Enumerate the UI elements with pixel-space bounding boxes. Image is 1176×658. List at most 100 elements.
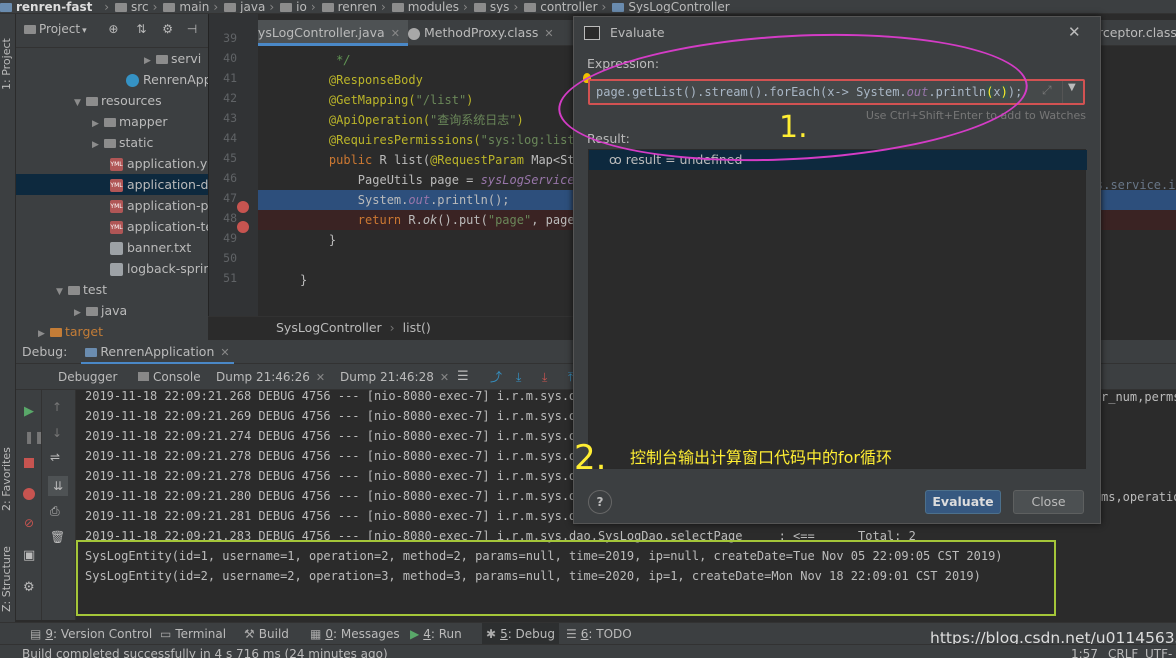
breadcrumb-item[interactable]: modules — [408, 0, 459, 13]
tool-tab-run[interactable]: ▶ 4: Run — [410, 623, 462, 645]
folder-icon — [104, 139, 116, 148]
tree-item-label: banner.txt — [127, 240, 192, 255]
debug-config-label: RenrenApplication — [100, 344, 215, 359]
layout-icon[interactable]: ☰ — [457, 364, 469, 390]
breadcrumb-item[interactable]: renren — [338, 0, 377, 13]
close-icon[interactable]: ✕ — [316, 371, 325, 384]
tree-item[interactable]: YML application-te — [16, 216, 208, 237]
breakpoint-icon[interactable] — [237, 201, 249, 213]
tab-dump-2[interactable]: Dump 21:46:28 ✕ — [340, 364, 449, 391]
tool-tab-versioncontrol[interactable]: ▤ 9: Version Control — [30, 623, 152, 645]
breadcrumb-project[interactable]: renren-fast — [16, 0, 92, 13]
collapse-icon[interactable]: ⇅ — [136, 22, 146, 36]
status-message[interactable]: Build completed successfully in 4 s 716 … — [22, 645, 388, 658]
close-button[interactable]: Close — [1013, 490, 1084, 514]
tree-item[interactable]: YML application-pr — [16, 195, 208, 216]
close-icon[interactable]: ✕ — [220, 346, 229, 359]
tree-item[interactable]: ▶ java — [16, 300, 127, 321]
chevron-down-icon[interactable]: ▾ — [82, 26, 87, 36]
breadcrumb-item[interactable]: SysLogController — [628, 0, 729, 13]
help-button[interactable]: ? — [588, 490, 612, 514]
scroll-to-end-icon[interactable]: ⇊ — [48, 476, 68, 496]
tool-tab-debug[interactable]: ✱ 5: Debug — [482, 623, 560, 645]
folder-icon — [473, 3, 486, 12]
project-view-dropdown[interactable]: Project — [39, 22, 80, 36]
footer-method[interactable]: list() — [403, 320, 431, 335]
up-arrow-icon[interactable]: ↑ — [52, 400, 62, 414]
debug-icon: ✱ — [486, 627, 497, 641]
tool-tab-terminal[interactable]: ▭ Terminal — [160, 623, 226, 645]
breadcrumb-item[interactable]: src — [131, 0, 149, 13]
tree-item[interactable]: ▶ mapper — [16, 111, 168, 132]
code-token: sysLogService — [480, 173, 575, 187]
yaml-file-icon: YML — [110, 158, 123, 171]
expand-arrow-icon[interactable]: ▶ — [38, 324, 50, 340]
close-icon[interactable]: ✕ — [391, 27, 400, 40]
close-icon[interactable]: ✕ — [544, 27, 553, 40]
tree-item[interactable]: banner.txt — [16, 237, 191, 258]
down-arrow-icon[interactable]: ↓ — [52, 426, 62, 440]
tool-tab-favorites[interactable]: 2: Favorites — [0, 434, 16, 524]
gear-icon[interactable]: ⚙ — [162, 22, 173, 36]
resume-icon[interactable]: ▶ — [24, 404, 34, 419]
tree-item[interactable]: ▶ target — [16, 321, 103, 340]
tree-item[interactable]: ▼ resources — [16, 90, 162, 111]
tab-debugger[interactable]: Debugger — [58, 364, 117, 390]
tool-tab-label: : Messages — [332, 627, 400, 641]
breadcrumb-item[interactable]: java — [240, 0, 265, 13]
breakpoint-icon[interactable] — [237, 221, 249, 233]
tool-tab-messages[interactable]: ▦ 0: Messages — [310, 623, 400, 645]
editor-gutter[interactable]: 39 40 41 42 43 44 45 46 47 48 49 50 51 — [208, 14, 268, 316]
clear-icon[interactable]: 🗑 — [50, 530, 65, 544]
print-icon[interactable]: ⎙ — [50, 504, 60, 519]
tab-interceptor[interactable]: rceptor.class — [1094, 20, 1176, 46]
view-breakpoints-icon[interactable] — [23, 488, 35, 500]
tab-dump-1[interactable]: Dump 21:46:26 ✕ — [216, 364, 325, 391]
evaluate-button[interactable]: Evaluate — [925, 490, 1001, 514]
breadcrumb-item[interactable]: controller — [540, 0, 597, 13]
soft-wrap-icon[interactable]: ⇌ — [50, 450, 60, 464]
tree-item[interactable]: YML application.ym — [16, 153, 208, 174]
hide-icon[interactable]: ⊣ — [187, 22, 197, 36]
tree-item[interactable]: logback-sprin — [16, 258, 208, 279]
breadcrumb-item[interactable]: sys — [490, 0, 510, 13]
code-token: public — [300, 153, 380, 167]
caret-position[interactable]: 1:57 — [1071, 645, 1098, 658]
debug-config-tab[interactable]: RenrenApplication ✕ — [81, 341, 234, 364]
tree-item[interactable]: ▶ static — [16, 132, 153, 153]
history-dropdown-icon[interactable]: ▼ — [1068, 82, 1076, 93]
breadcrumb-item[interactable]: main — [179, 0, 209, 13]
settings-icon[interactable]: ⚙ — [23, 580, 35, 595]
result-tree[interactable]: ꝏ result = undefined — [588, 149, 1087, 469]
line-separator[interactable]: CRLF — [1108, 645, 1138, 658]
target-icon[interactable]: ⊕ — [108, 22, 118, 36]
terminal-icon: ▭ — [160, 627, 172, 641]
expand-icon[interactable]: ⤢ — [1042, 83, 1052, 98]
tab-methodproxy[interactable]: MethodProxy.class ✕ — [400, 20, 562, 46]
tool-tab-todo[interactable]: ☰ 6: TODO — [566, 623, 632, 645]
code-token: "sys:log:list" — [480, 133, 582, 147]
tab-console[interactable]: Console — [138, 364, 201, 390]
tab-label: Console — [153, 370, 201, 384]
close-icon[interactable]: ✕ — [1068, 23, 1081, 41]
tree-item[interactable]: ▶ servi — [16, 48, 201, 69]
tree-item[interactable]: RenrenApp — [16, 69, 208, 90]
tool-tab-project[interactable]: 1: Project — [0, 24, 16, 104]
tree-item[interactable]: YML application-de — [16, 174, 208, 195]
footer-class[interactable]: SysLogController — [276, 320, 382, 335]
log-line: 2019-11-18 22:09:21.281 DEBUG 4756 --- [… — [85, 509, 591, 523]
breadcrumb-item[interactable]: io — [296, 0, 307, 13]
camera-icon[interactable]: ▣ — [23, 548, 35, 563]
close-icon[interactable]: ✕ — [440, 371, 449, 384]
show-execution-point-icon[interactable]: ⤴ — [490, 364, 502, 390]
tree-item[interactable]: ▼ test — [16, 279, 107, 300]
step-over-icon[interactable]: ⤓ — [516, 364, 521, 390]
tool-tab-build[interactable]: ⚒ Build — [244, 623, 289, 645]
step-into-icon[interactable]: ⤓ — [542, 364, 547, 390]
line-number: 41 — [223, 71, 237, 85]
tool-tab-structure[interactable]: Z: Structure — [0, 534, 16, 624]
encoding[interactable]: UTF-8 — [1145, 645, 1176, 658]
mute-breakpoints-icon[interactable]: ⊘ — [24, 516, 34, 530]
code-token: ) — [516, 113, 524, 127]
stop-icon[interactable] — [24, 458, 34, 468]
